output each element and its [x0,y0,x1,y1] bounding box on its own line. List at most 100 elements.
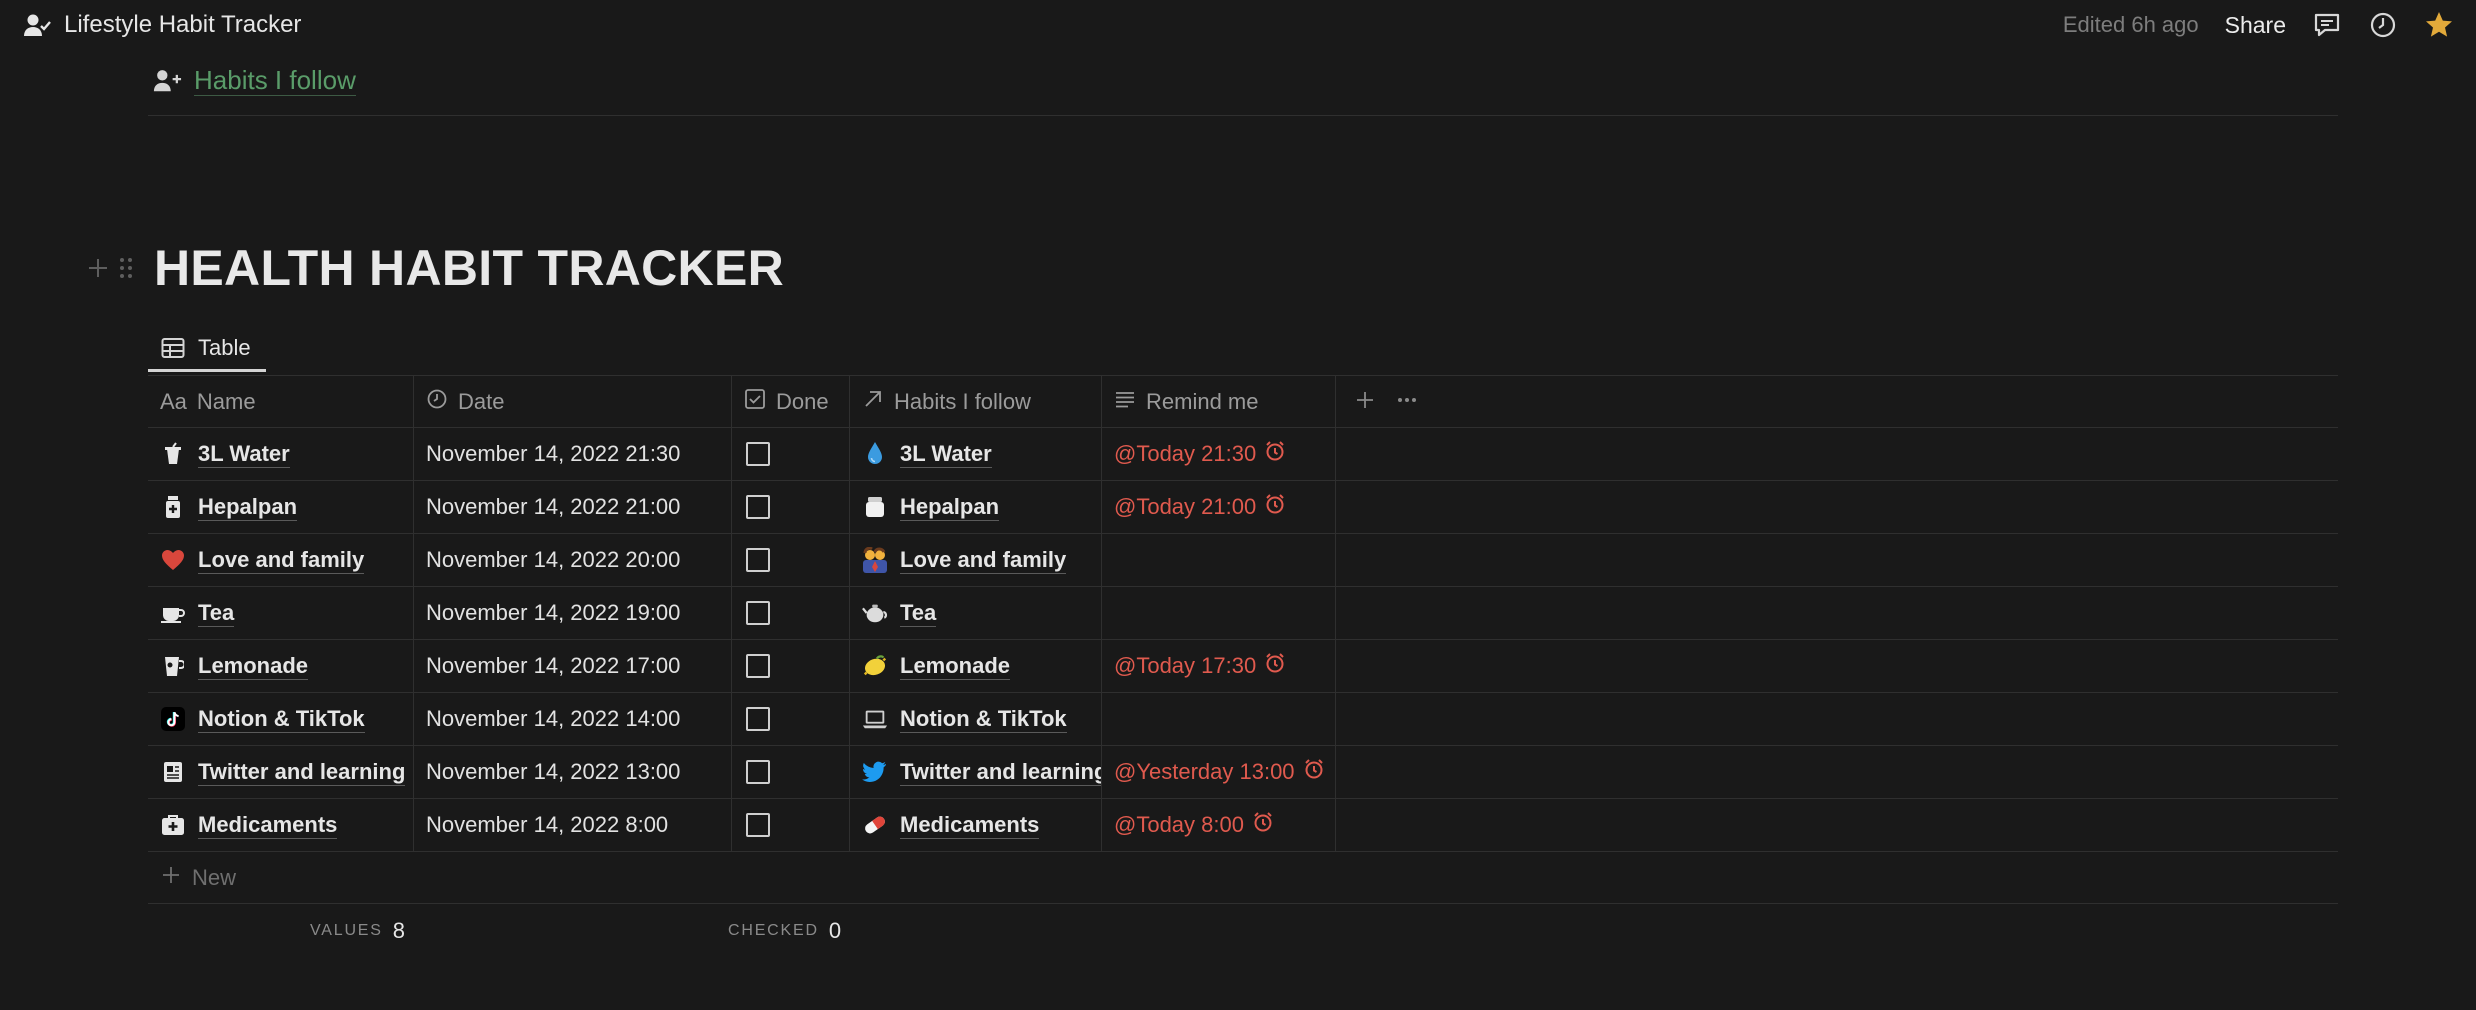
cell-name[interactable]: Tea [148,587,414,639]
done-checkbox[interactable] [746,760,770,784]
add-new-row-button[interactable]: New [148,852,2338,904]
cup-icon [160,441,186,467]
cell-done[interactable] [732,640,850,692]
cell-habit[interactable]: Notion & TikTok [850,693,1102,745]
relation-link[interactable]: Medicaments [862,812,1040,839]
relation-link[interactable]: Love and family [862,546,1067,574]
cell-date[interactable]: November 14, 2022 19:00 [414,587,732,639]
tab-table-view[interactable]: Table [148,326,266,372]
done-checkbox[interactable] [746,548,770,572]
page-link[interactable]: 3L Water [160,441,290,468]
column-header-name[interactable]: Aa Name [148,376,414,428]
cell-done[interactable] [732,481,850,533]
reminder[interactable]: @Yesterday 13:00 [1114,758,1325,786]
comment-icon[interactable] [2312,10,2342,40]
cell-remind[interactable]: @Today 17:30 [1102,640,1336,692]
table-row[interactable]: Medicaments November 14, 2022 8:00 Medicam… [148,799,2338,852]
table-row[interactable]: Tea November 14, 2022 19:00 Tea [148,587,2338,640]
relation-link[interactable]: Tea [862,600,937,627]
cell-date[interactable]: November 14, 2022 17:00 [414,640,732,692]
add-block-icon[interactable] [84,254,112,282]
star-icon[interactable] [2424,10,2454,40]
column-header-done[interactable]: Done [732,376,850,428]
values-count-summary[interactable]: VALUES 8 [310,908,405,954]
done-checkbox[interactable] [746,495,770,519]
table-row[interactable]: 3L Water November 14, 2022 21:30 3L Water @… [148,428,2338,481]
cell-done[interactable] [732,587,850,639]
page-link[interactable]: Twitter and learning [160,759,406,786]
cell-habit[interactable]: Twitter and learning [850,746,1102,798]
done-checkbox[interactable] [746,442,770,466]
add-column-icon[interactable] [1354,389,1376,416]
row-name: Lemonade [198,652,309,680]
linked-page-title[interactable]: Habits I follow [194,65,356,96]
cell-date[interactable]: November 14, 2022 21:00 [414,481,732,533]
cell-done[interactable] [732,534,850,586]
cell-name[interactable]: Twitter and learning [148,746,414,798]
cell-name[interactable]: Hepalpan [148,481,414,533]
relation-link[interactable]: Notion & TikTok [862,706,1067,733]
relation-link[interactable]: Lemonade [862,653,1011,680]
habit-name: Love and family [900,546,1067,574]
page-link[interactable]: Lemonade [160,652,309,680]
reminder[interactable]: @Today 8:00 [1114,811,1274,839]
cell-date[interactable]: November 14, 2022 21:30 [414,428,732,480]
more-options-icon[interactable] [1396,389,1418,416]
relation-link[interactable]: Hepalpan [862,494,1000,521]
cell-name[interactable]: 3L Water [148,428,414,480]
page-link[interactable]: Love and family [160,547,365,574]
share-button[interactable]: Share [2225,12,2286,39]
linked-page[interactable]: Habits I follow [152,60,356,100]
cell-remind[interactable] [1102,534,1336,586]
done-checkbox[interactable] [746,654,770,678]
cell-done[interactable] [732,746,850,798]
reminder[interactable]: @Today 21:30 [1114,440,1286,468]
cell-date[interactable]: November 14, 2022 13:00 [414,746,732,798]
page-link[interactable]: Medicaments [160,812,338,839]
done-checkbox[interactable] [746,707,770,731]
cell-remind[interactable] [1102,587,1336,639]
cell-habit[interactable]: Lemonade [850,640,1102,692]
cell-done[interactable] [732,693,850,745]
cell-remind[interactable]: @Today 21:00 [1102,481,1336,533]
cell-remind[interactable]: @Yesterday 13:00 [1102,746,1336,798]
cell-habit[interactable]: Medicaments [850,799,1102,851]
cell-done[interactable] [732,799,850,851]
cell-done[interactable] [732,428,850,480]
cell-name[interactable]: Lemonade [148,640,414,692]
page-link[interactable]: Notion & TikTok [160,706,365,733]
cell-name[interactable]: Notion & TikTok [148,693,414,745]
relation-link[interactable]: Twitter and learning [862,759,1101,786]
relation-link[interactable]: 3L Water [862,441,992,468]
cell-habit[interactable]: Love and family [850,534,1102,586]
cell-remind[interactable]: @Today 21:30 [1102,428,1336,480]
cell-remind[interactable]: @Today 8:00 [1102,799,1336,851]
reminder[interactable]: @Today 21:00 [1114,493,1286,521]
drag-handle-icon[interactable] [112,254,140,282]
table-row[interactable]: Notion & TikTok November 14, 2022 14:00 No… [148,693,2338,746]
cell-habit[interactable]: Tea [850,587,1102,639]
cell-name[interactable]: Love and family [148,534,414,586]
cell-habit[interactable]: Hepalpan [850,481,1102,533]
done-checkbox[interactable] [746,813,770,837]
cell-name[interactable]: Medicaments [148,799,414,851]
done-checkbox[interactable] [746,601,770,625]
page-link[interactable]: Tea [160,600,235,627]
table-row[interactable]: Hepalpan November 14, 2022 21:00 Hepalpan @… [148,481,2338,534]
reminder[interactable]: @Today 17:30 [1114,652,1286,680]
cell-habit[interactable]: 3L Water [850,428,1102,480]
cell-date[interactable]: November 14, 2022 8:00 [414,799,732,851]
column-header-date[interactable]: Date [414,376,732,428]
page-link[interactable]: Hepalpan [160,494,298,521]
cell-remind[interactable] [1102,693,1336,745]
cell-date[interactable]: November 14, 2022 14:00 [414,693,732,745]
table-row[interactable]: Lemonade November 14, 2022 17:00 Lemonade @… [148,640,2338,693]
breadcrumb[interactable]: Lifestyle Habit Tracker [22,10,301,40]
column-header-remind[interactable]: Remind me [1102,376,1336,428]
clock-icon[interactable] [2368,10,2398,40]
table-row[interactable]: Twitter and learning November 14, 2022 13… [148,746,2338,799]
table-row[interactable]: Love and family November 14, 2022 20:00 Lo… [148,534,2338,587]
checked-count-summary[interactable]: CHECKED 0 [728,908,841,954]
column-header-habits[interactable]: Habits I follow [850,376,1102,428]
cell-date[interactable]: November 14, 2022 20:00 [414,534,732,586]
